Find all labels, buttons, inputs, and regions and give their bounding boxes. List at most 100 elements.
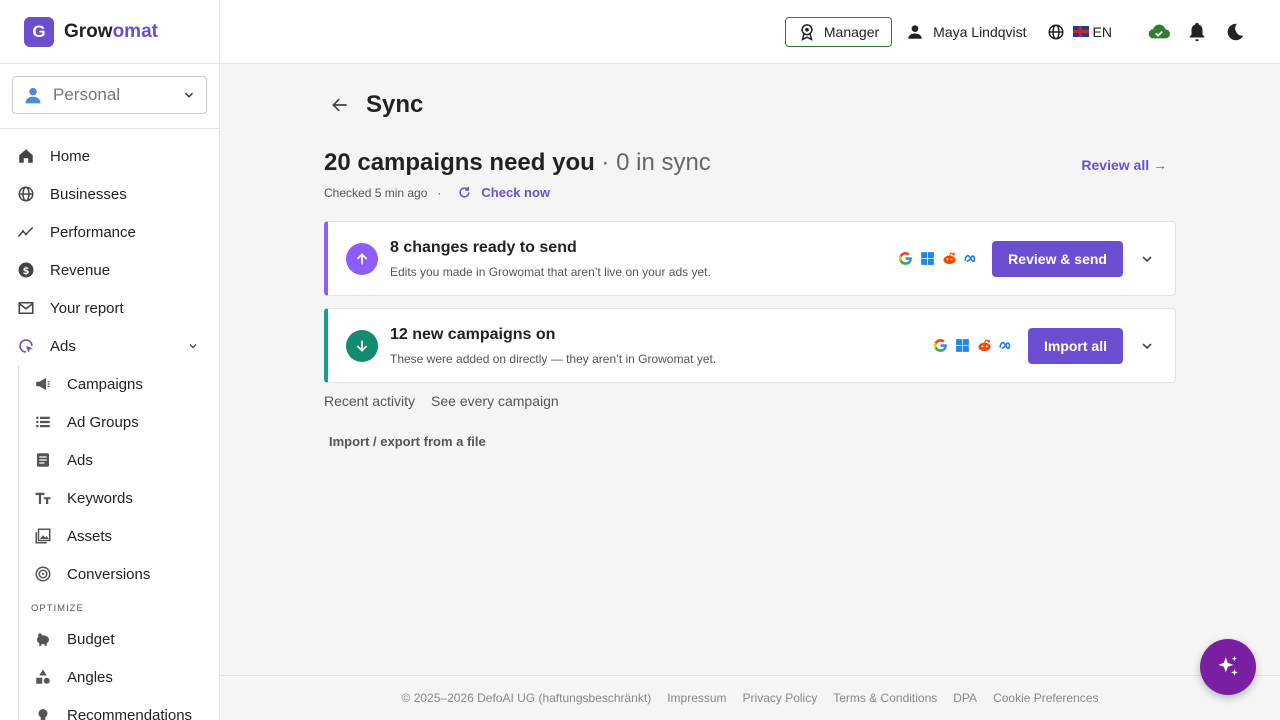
checked-time: Checked 5 min ago [324, 185, 428, 200]
sidebar-item-recommendations[interactable]: Recommendations [19, 696, 219, 720]
sidebar-item-performance[interactable]: Performance [0, 213, 219, 251]
chevron-down-icon[interactable] [1139, 338, 1155, 354]
back-arrow-icon[interactable] [330, 95, 350, 115]
sidebar-item-label: Budget [67, 630, 115, 648]
manager-button[interactable]: Manager [784, 16, 893, 47]
uk-flag-icon [1072, 26, 1089, 37]
sidebar-item-label: Ads [50, 337, 76, 355]
chevron-down-icon[interactable] [187, 340, 199, 352]
headline-in-sync: · 0 in sync [594, 149, 711, 176]
footer-link-terms[interactable]: Terms & Conditions [833, 691, 937, 705]
globe-icon [1048, 24, 1064, 39]
import-all-button[interactable]: Import all [1027, 327, 1123, 364]
sidebar-item-conversions[interactable]: Conversions [19, 555, 219, 593]
cursor-icon [16, 336, 36, 356]
sidebar-item-ads-list[interactable]: Ads [19, 441, 219, 479]
sidebar-item-revenue[interactable]: $ Revenue [0, 251, 219, 289]
sidebar-item-label: Angles [67, 668, 113, 686]
refresh-icon[interactable] [457, 185, 472, 200]
changes-ready-card: 8 changes ready to send Edits you made i… [324, 221, 1176, 296]
platform-icons [928, 337, 1016, 355]
sidebar-item-label: Campaigns [67, 375, 143, 393]
card-title: 8 changes ready to send [390, 238, 577, 256]
import-export-link[interactable]: Import / export from a file [329, 434, 486, 449]
footer-link-privacy[interactable]: Privacy Policy [743, 691, 818, 705]
separator-dot: · [437, 185, 442, 200]
view-tabs: Recent activity See every campaign [324, 393, 575, 409]
ads-subnav: Campaigns Ad Groups Ads Keywords Assets … [18, 365, 219, 720]
review-send-button[interactable]: Review & send [992, 240, 1123, 277]
chevron-down-icon [184, 92, 194, 98]
card-subtitle: These were added on directly — they aren… [390, 351, 717, 366]
copyright: © 2025–2026 DefoAI UG (haftungsbeschränk… [401, 691, 652, 705]
cloud-synced-icon[interactable] [1148, 21, 1170, 43]
check-now-button[interactable]: Check now [481, 185, 550, 200]
sidebar-item-label: Your report [50, 299, 124, 317]
arrow-up-icon [346, 242, 378, 275]
sidebar-item-campaigns[interactable]: Campaigns [19, 365, 219, 403]
document-icon [33, 450, 53, 470]
logo[interactable]: G Growomat [0, 0, 219, 64]
meta-icon [962, 250, 980, 268]
sidebar-item-label: Performance [50, 223, 136, 241]
topbar: Manager Maya Lindqvist EN [220, 0, 1280, 64]
sidebar-item-label: Recommendations [67, 706, 193, 720]
card-title: 12 new campaigns on [390, 325, 556, 343]
manager-label: Manager [823, 23, 880, 40]
google-icon [932, 337, 950, 355]
trend-icon [16, 222, 36, 242]
account-selector[interactable]: Personal [12, 76, 207, 114]
sidebar-item-label: Businesses [50, 185, 127, 203]
section-label-optimize: OPTIMIZE [31, 603, 84, 614]
sidebar-item-label: Keywords [67, 489, 133, 507]
sidebar-item-home[interactable]: Home [0, 137, 219, 175]
globe-icon [16, 184, 36, 204]
tab-see-every-campaign[interactable]: See every campaign [431, 393, 559, 409]
sidebar-item-assets[interactable]: Assets [19, 517, 219, 555]
sidebar-item-budget[interactable]: Budget [19, 620, 219, 658]
footer-link-impressum[interactable]: Impressum [667, 691, 726, 705]
sidebar-item-ad-groups[interactable]: Ad Groups [19, 403, 219, 441]
bulb-icon [33, 705, 53, 720]
check-status-row: Checked 5 min ago · Check now [324, 185, 550, 200]
sidebar-item-your-report[interactable]: Your report [0, 289, 219, 327]
sidebar: G Growomat Personal Home Businesses Perf… [0, 0, 220, 720]
language-code: EN [1092, 23, 1112, 40]
badge-icon [801, 23, 813, 41]
microsoft-icon [918, 250, 936, 268]
google-icon [896, 250, 914, 268]
user-menu[interactable]: Maya Lindqvist [906, 23, 1027, 41]
list-icon [33, 412, 53, 432]
sidebar-item-angles[interactable]: Angles [19, 658, 219, 696]
footer-link-cookies[interactable]: Cookie Preferences [993, 691, 1098, 705]
card-subtitle: Edits you made in Growomat that aren’t l… [390, 264, 711, 279]
shapes-icon [33, 667, 53, 687]
page-header: Sync [330, 91, 423, 119]
review-all-link[interactable]: Review all → [1081, 157, 1167, 173]
sidebar-nav: Home Businesses Performance $ Revenue Yo… [0, 129, 219, 720]
moon-icon[interactable] [1224, 21, 1246, 43]
language-selector[interactable]: EN [1047, 23, 1112, 41]
account-label: Personal [53, 85, 121, 104]
sidebar-item-ads[interactable]: Ads [0, 327, 219, 365]
sidebar-item-label: Assets [67, 527, 113, 545]
sidebar-item-businesses[interactable]: Businesses [0, 175, 219, 213]
sidebar-item-label: Conversions [67, 565, 151, 583]
text-icon [33, 488, 53, 508]
footer-link-dpa[interactable]: DPA [953, 691, 977, 705]
ai-assistant-button[interactable] [1200, 639, 1256, 695]
main-content: Sync 20 campaigns need you · 0 in sync R… [220, 65, 1280, 720]
reddit-icon [940, 250, 958, 268]
sidebar-item-label: Home [50, 147, 91, 165]
tab-recent-activity[interactable]: Recent activity [324, 393, 415, 409]
chevron-down-icon[interactable] [1139, 251, 1155, 267]
sidebar-item-label: Ads [67, 451, 93, 469]
page-title: Sync [366, 91, 424, 118]
platform-icons [892, 250, 980, 268]
mail-icon [16, 298, 36, 318]
sidebar-item-keywords[interactable]: Keywords [19, 479, 219, 517]
home-icon [16, 146, 36, 166]
bell-icon[interactable] [1186, 21, 1208, 43]
microsoft-icon [954, 337, 972, 355]
piggybank-icon [33, 629, 53, 649]
